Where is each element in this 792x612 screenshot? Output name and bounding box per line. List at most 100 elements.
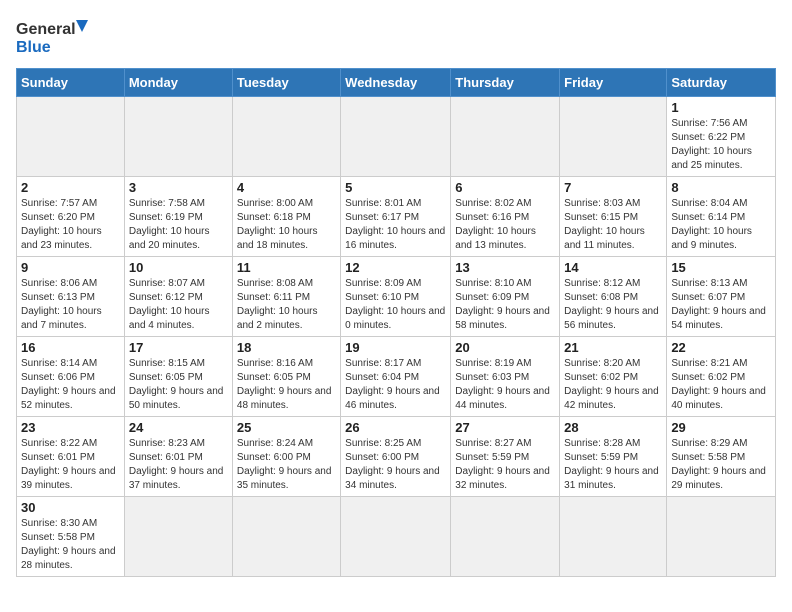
day-number: 28 [564,420,662,435]
calendar-week-3: 9 Sunrise: 8:06 AM Sunset: 6:13 PM Daylig… [17,257,776,337]
calendar-cell [17,97,125,177]
header: GeneralBlue [16,16,776,58]
calendar-header: SundayMondayTuesdayWednesdayThursdayFrid… [17,69,776,97]
day-info: Sunrise: 8:04 AM Sunset: 6:14 PM Dayligh… [671,197,771,253]
day-info: Sunrise: 8:00 AM Sunset: 6:18 PM Dayligh… [237,197,336,253]
day-number: 13 [455,260,555,275]
calendar-cell: 29 Sunrise: 8:29 AM Sunset: 5:58 PM Dayli… [667,417,776,497]
day-info: Sunrise: 8:22 AM Sunset: 6:01 PM Dayligh… [21,437,120,493]
day-info: Sunrise: 7:58 AM Sunset: 6:19 PM Dayligh… [129,197,228,253]
day-info: Sunrise: 8:02 AM Sunset: 6:16 PM Dayligh… [455,197,555,253]
calendar-cell: 26 Sunrise: 8:25 AM Sunset: 6:00 PM Dayli… [341,417,451,497]
day-info: Sunrise: 8:14 AM Sunset: 6:06 PM Dayligh… [21,357,120,413]
calendar-week-6: 30 Sunrise: 8:30 AM Sunset: 5:58 PM Dayli… [17,497,776,577]
day-info: Sunrise: 8:09 AM Sunset: 6:10 PM Dayligh… [345,277,446,333]
day-number: 8 [671,180,771,195]
day-info: Sunrise: 8:20 AM Sunset: 6:02 PM Dayligh… [564,357,662,413]
day-number: 5 [345,180,446,195]
calendar-cell [451,497,560,577]
day-info: Sunrise: 8:07 AM Sunset: 6:12 PM Dayligh… [129,277,228,333]
day-number: 9 [21,260,120,275]
day-number: 14 [564,260,662,275]
day-number: 27 [455,420,555,435]
svg-text:General: General [16,21,76,38]
calendar-cell [232,97,340,177]
day-number: 26 [345,420,446,435]
day-info: Sunrise: 8:12 AM Sunset: 6:08 PM Dayligh… [564,277,662,333]
day-number: 23 [21,420,120,435]
day-number: 25 [237,420,336,435]
day-info: Sunrise: 8:25 AM Sunset: 6:00 PM Dayligh… [345,437,446,493]
calendar: SundayMondayTuesdayWednesdayThursdayFrid… [16,68,776,577]
calendar-cell: 22Sunrise: 8:21 AM Sunset: 6:02 PM Dayli… [667,337,776,417]
day-number: 20 [455,340,555,355]
day-info: Sunrise: 8:19 AM Sunset: 6:03 PM Dayligh… [455,357,555,413]
day-number: 21 [564,340,662,355]
day-number: 2 [21,180,120,195]
calendar-cell: 28 Sunrise: 8:28 AM Sunset: 5:59 PM Dayli… [560,417,667,497]
calendar-cell: 5 Sunrise: 8:01 AM Sunset: 6:17 PM Daylig… [341,177,451,257]
day-number: 4 [237,180,336,195]
day-number: 11 [237,260,336,275]
calendar-cell [451,97,560,177]
day-number: 12 [345,260,446,275]
weekday-header-monday: Monday [124,69,232,97]
calendar-cell: 2Sunrise: 7:57 AM Sunset: 6:20 PM Daylig… [17,177,125,257]
calendar-cell [124,497,232,577]
weekday-header-friday: Friday [560,69,667,97]
calendar-week-1: 1Sunrise: 7:56 AM Sunset: 6:22 PM Daylig… [17,97,776,177]
day-number: 10 [129,260,228,275]
logo-svg: GeneralBlue [16,16,96,58]
day-info: Sunrise: 8:03 AM Sunset: 6:15 PM Dayligh… [564,197,662,253]
calendar-cell: 6 Sunrise: 8:02 AM Sunset: 6:16 PM Daylig… [451,177,560,257]
svg-text:Blue: Blue [16,39,51,56]
day-info: Sunrise: 8:27 AM Sunset: 5:59 PM Dayligh… [455,437,555,493]
calendar-cell: 18 Sunrise: 8:16 AM Sunset: 6:05 PM Dayli… [232,337,340,417]
calendar-cell: 10 Sunrise: 8:07 AM Sunset: 6:12 PM Dayli… [124,257,232,337]
weekday-header-wednesday: Wednesday [341,69,451,97]
calendar-cell: 8 Sunrise: 8:04 AM Sunset: 6:14 PM Daylig… [667,177,776,257]
weekday-row: SundayMondayTuesdayWednesdayThursdayFrid… [17,69,776,97]
day-info: Sunrise: 8:23 AM Sunset: 6:01 PM Dayligh… [129,437,228,493]
calendar-cell: 21 Sunrise: 8:20 AM Sunset: 6:02 PM Dayli… [560,337,667,417]
day-number: 18 [237,340,336,355]
calendar-cell: 7Sunrise: 8:03 AM Sunset: 6:15 PM Daylig… [560,177,667,257]
day-info: Sunrise: 8:06 AM Sunset: 6:13 PM Dayligh… [21,277,120,333]
day-info: Sunrise: 8:24 AM Sunset: 6:00 PM Dayligh… [237,437,336,493]
calendar-cell [124,97,232,177]
day-number: 3 [129,180,228,195]
day-number: 6 [455,180,555,195]
calendar-cell: 24Sunrise: 8:23 AM Sunset: 6:01 PM Dayli… [124,417,232,497]
calendar-cell: 3 Sunrise: 7:58 AM Sunset: 6:19 PM Daylig… [124,177,232,257]
calendar-cell: 12 Sunrise: 8:09 AM Sunset: 6:10 PM Dayli… [341,257,451,337]
calendar-cell [341,97,451,177]
day-number: 29 [671,420,771,435]
day-number: 17 [129,340,228,355]
calendar-cell: 27 Sunrise: 8:27 AM Sunset: 5:59 PM Dayli… [451,417,560,497]
weekday-header-thursday: Thursday [451,69,560,97]
day-info: Sunrise: 8:28 AM Sunset: 5:59 PM Dayligh… [564,437,662,493]
calendar-cell [667,497,776,577]
day-info: Sunrise: 8:16 AM Sunset: 6:05 PM Dayligh… [237,357,336,413]
calendar-cell [232,497,340,577]
calendar-cell: 30 Sunrise: 8:30 AM Sunset: 5:58 PM Dayli… [17,497,125,577]
calendar-cell: 11Sunrise: 8:08 AM Sunset: 6:11 PM Dayli… [232,257,340,337]
calendar-cell: 1Sunrise: 7:56 AM Sunset: 6:22 PM Daylig… [667,97,776,177]
weekday-header-saturday: Saturday [667,69,776,97]
calendar-cell: 16Sunrise: 8:14 AM Sunset: 6:06 PM Dayli… [17,337,125,417]
day-info: Sunrise: 8:29 AM Sunset: 5:58 PM Dayligh… [671,437,771,493]
calendar-cell [341,497,451,577]
day-info: Sunrise: 8:01 AM Sunset: 6:17 PM Dayligh… [345,197,446,253]
day-info: Sunrise: 8:21 AM Sunset: 6:02 PM Dayligh… [671,357,771,413]
calendar-week-2: 2Sunrise: 7:57 AM Sunset: 6:20 PM Daylig… [17,177,776,257]
day-number: 30 [21,500,120,515]
weekday-header-sunday: Sunday [17,69,125,97]
calendar-week-5: 23 Sunrise: 8:22 AM Sunset: 6:01 PM Dayli… [17,417,776,497]
day-info: Sunrise: 8:30 AM Sunset: 5:58 PM Dayligh… [21,517,120,573]
calendar-cell: 19Sunrise: 8:17 AM Sunset: 6:04 PM Dayli… [341,337,451,417]
day-info: Sunrise: 8:15 AM Sunset: 6:05 PM Dayligh… [129,357,228,413]
day-number: 15 [671,260,771,275]
calendar-cell: 20 Sunrise: 8:19 AM Sunset: 6:03 PM Dayli… [451,337,560,417]
logo: GeneralBlue [16,16,96,58]
day-number: 19 [345,340,446,355]
